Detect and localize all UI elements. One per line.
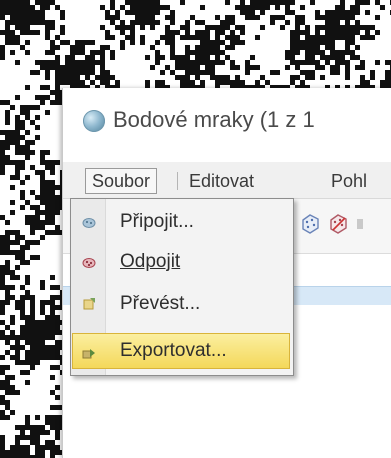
menu-item-label: Připojit... xyxy=(120,211,194,232)
menu-item-pripojit[interactable]: Připojit... xyxy=(73,203,289,241)
file-menu-dropdown: Připojit... Odpojit Převést... Exportova… xyxy=(70,198,294,376)
menu-editovat[interactable]: Editovat xyxy=(183,169,260,193)
menu-item-label: Převést... xyxy=(120,293,201,314)
point-cloud-app-icon xyxy=(83,110,105,132)
menu-item-odpojit[interactable]: Odpojit xyxy=(73,243,289,281)
menu-soubor[interactable]: Soubor xyxy=(85,168,158,194)
menu-item-prevest[interactable]: Převést... xyxy=(73,285,289,323)
export-icon xyxy=(82,349,95,359)
point-cloud-icon[interactable] xyxy=(297,211,323,237)
screen: Bodové mraky (1 z 1 Soubor Editovat Pohl xyxy=(0,0,391,458)
disconnect-icon xyxy=(82,258,96,268)
toolbar-overflow-icon[interactable] xyxy=(355,211,367,237)
menubar-separator xyxy=(177,172,178,190)
menu-pohled[interactable]: Pohl xyxy=(325,169,373,193)
menubar: Soubor Editovat Pohl xyxy=(63,162,391,199)
menu-item-label: Exportovat... xyxy=(120,340,227,361)
connect-icon xyxy=(82,218,96,228)
menu-item-label: Odpojit xyxy=(120,251,181,272)
window-title: Bodové mraky (1 z 1 xyxy=(113,107,315,132)
title-bar: Bodové mraky (1 z 1 xyxy=(63,88,391,162)
point-cloud-remove-icon[interactable] xyxy=(325,211,351,237)
menu-item-exportovat[interactable]: Exportovat... xyxy=(72,333,290,369)
convert-icon xyxy=(83,298,95,310)
